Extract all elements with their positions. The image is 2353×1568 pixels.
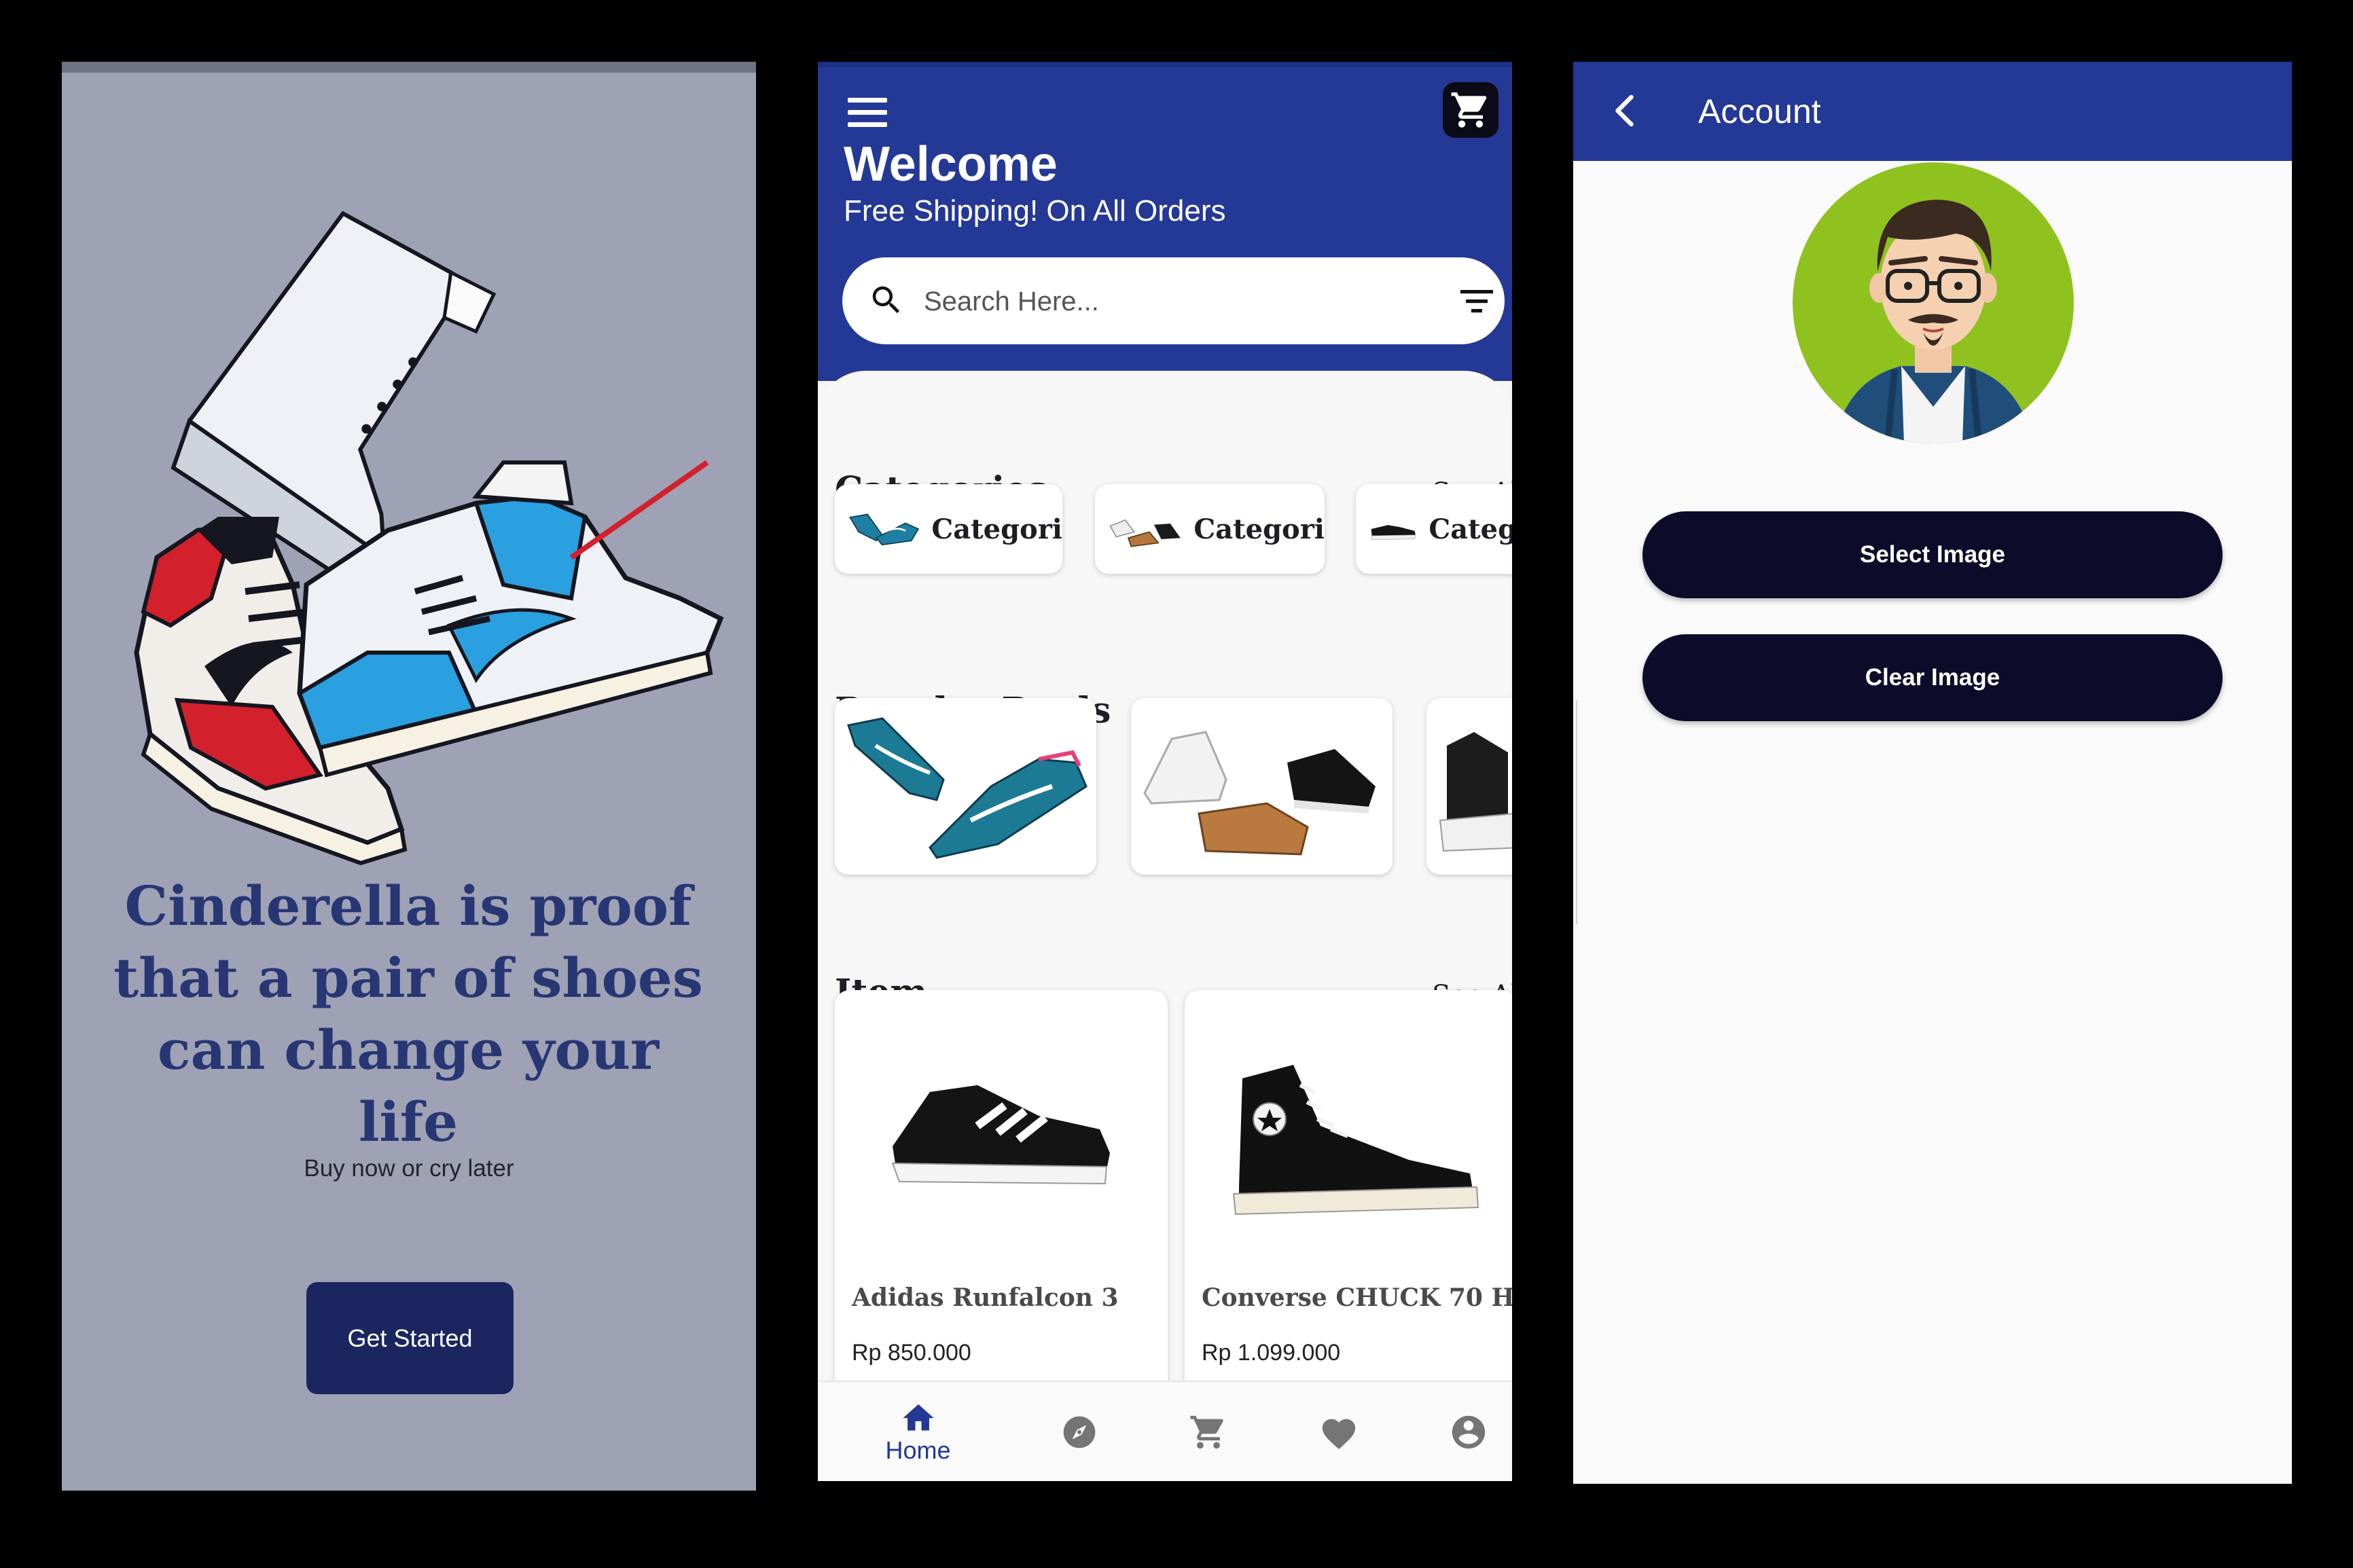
search-input[interactable] — [924, 278, 1399, 325]
home-header: Welcome Free Shipping! On All Orders — [818, 62, 1512, 381]
avatar[interactable] — [1793, 162, 2074, 443]
product-price: Rp 1.099.000 — [1202, 1340, 1341, 1366]
category-label: Categori — [1429, 513, 1512, 545]
product-name: Adidas Runfalcon 3 — [852, 1283, 1119, 1312]
nav-home[interactable]: Home — [872, 1382, 964, 1481]
product-image — [1232, 1065, 1479, 1216]
onboarding-tagline: Buy now or cry later — [304, 1155, 514, 1182]
deal-card[interactable] — [835, 698, 1096, 875]
nav-explore[interactable] — [1052, 1382, 1107, 1481]
product-name: Converse CHUCK 70 HI — [1202, 1283, 1512, 1312]
search-bar — [842, 257, 1505, 344]
menu-icon[interactable] — [845, 92, 893, 133]
status-bar — [62, 62, 756, 73]
product-image — [891, 1085, 1110, 1185]
home-icon — [902, 1404, 934, 1431]
nav-favorites[interactable] — [1312, 1382, 1366, 1481]
get-started-button[interactable]: Get Started — [306, 1282, 514, 1394]
category-thumbnail — [1371, 525, 1416, 541]
product-card[interactable]: Converse CHUCK 70 HI Rp 1.099.000 — [1185, 990, 1512, 1425]
account-screen: Account Select Image Clear Image — [1573, 62, 2292, 1484]
category-thumbnail — [848, 513, 920, 546]
nav-home-label: Home — [885, 1436, 951, 1464]
back-arrow-icon[interactable] — [1606, 90, 1647, 131]
welcome-title: Welcome — [844, 137, 1058, 192]
nav-cart[interactable] — [1181, 1382, 1236, 1481]
heart-icon — [1322, 1419, 1356, 1450]
nav-account[interactable] — [1441, 1382, 1496, 1481]
product-price: Rp 850.000 — [852, 1340, 971, 1366]
category-thumbnail — [1109, 519, 1181, 547]
account-app-bar: Account — [1573, 62, 2292, 161]
select-image-button[interactable]: Select Image — [1642, 511, 2223, 598]
page-title: Account — [1698, 92, 1821, 130]
home-screen: Welcome Free Shipping! On All Orders Cat… — [818, 62, 1512, 1481]
sneakers-illustration — [134, 211, 724, 866]
deal-card[interactable] — [1131, 698, 1393, 875]
deal-card[interactable] — [1426, 698, 1512, 875]
product-card[interactable]: Adidas Runfalcon 3 Rp 850.000 — [835, 990, 1168, 1425]
cart-icon — [1451, 92, 1487, 128]
cart-icon — [1190, 1415, 1223, 1449]
cart-button[interactable] — [1443, 82, 1498, 138]
welcome-subtitle: Free Shipping! On All Orders — [844, 194, 1226, 227]
category-chip[interactable]: Categori — [1095, 484, 1325, 574]
explore-icon — [1063, 1416, 1096, 1448]
deal-image — [847, 717, 1088, 859]
category-chip[interactable]: Categori — [835, 484, 1062, 574]
onboarding-screen: Cinderella is proof that a pair of shoes… — [62, 62, 756, 1491]
bottom-navigation: Home — [818, 1381, 1512, 1481]
clear-image-button[interactable]: Clear Image — [1642, 634, 2223, 721]
category-chip[interactable]: Categori — [1356, 484, 1512, 574]
search-icon — [872, 286, 900, 314]
category-label: Categori — [931, 513, 1062, 545]
account-icon — [1452, 1415, 1486, 1449]
onboarding-quote: Cinderella is proof that a pair of shoes… — [113, 874, 703, 1154]
category-label: Categori — [1193, 513, 1325, 545]
deal-image — [1439, 732, 1512, 852]
filter-icon[interactable] — [1460, 286, 1493, 316]
deal-image — [1143, 731, 1376, 856]
